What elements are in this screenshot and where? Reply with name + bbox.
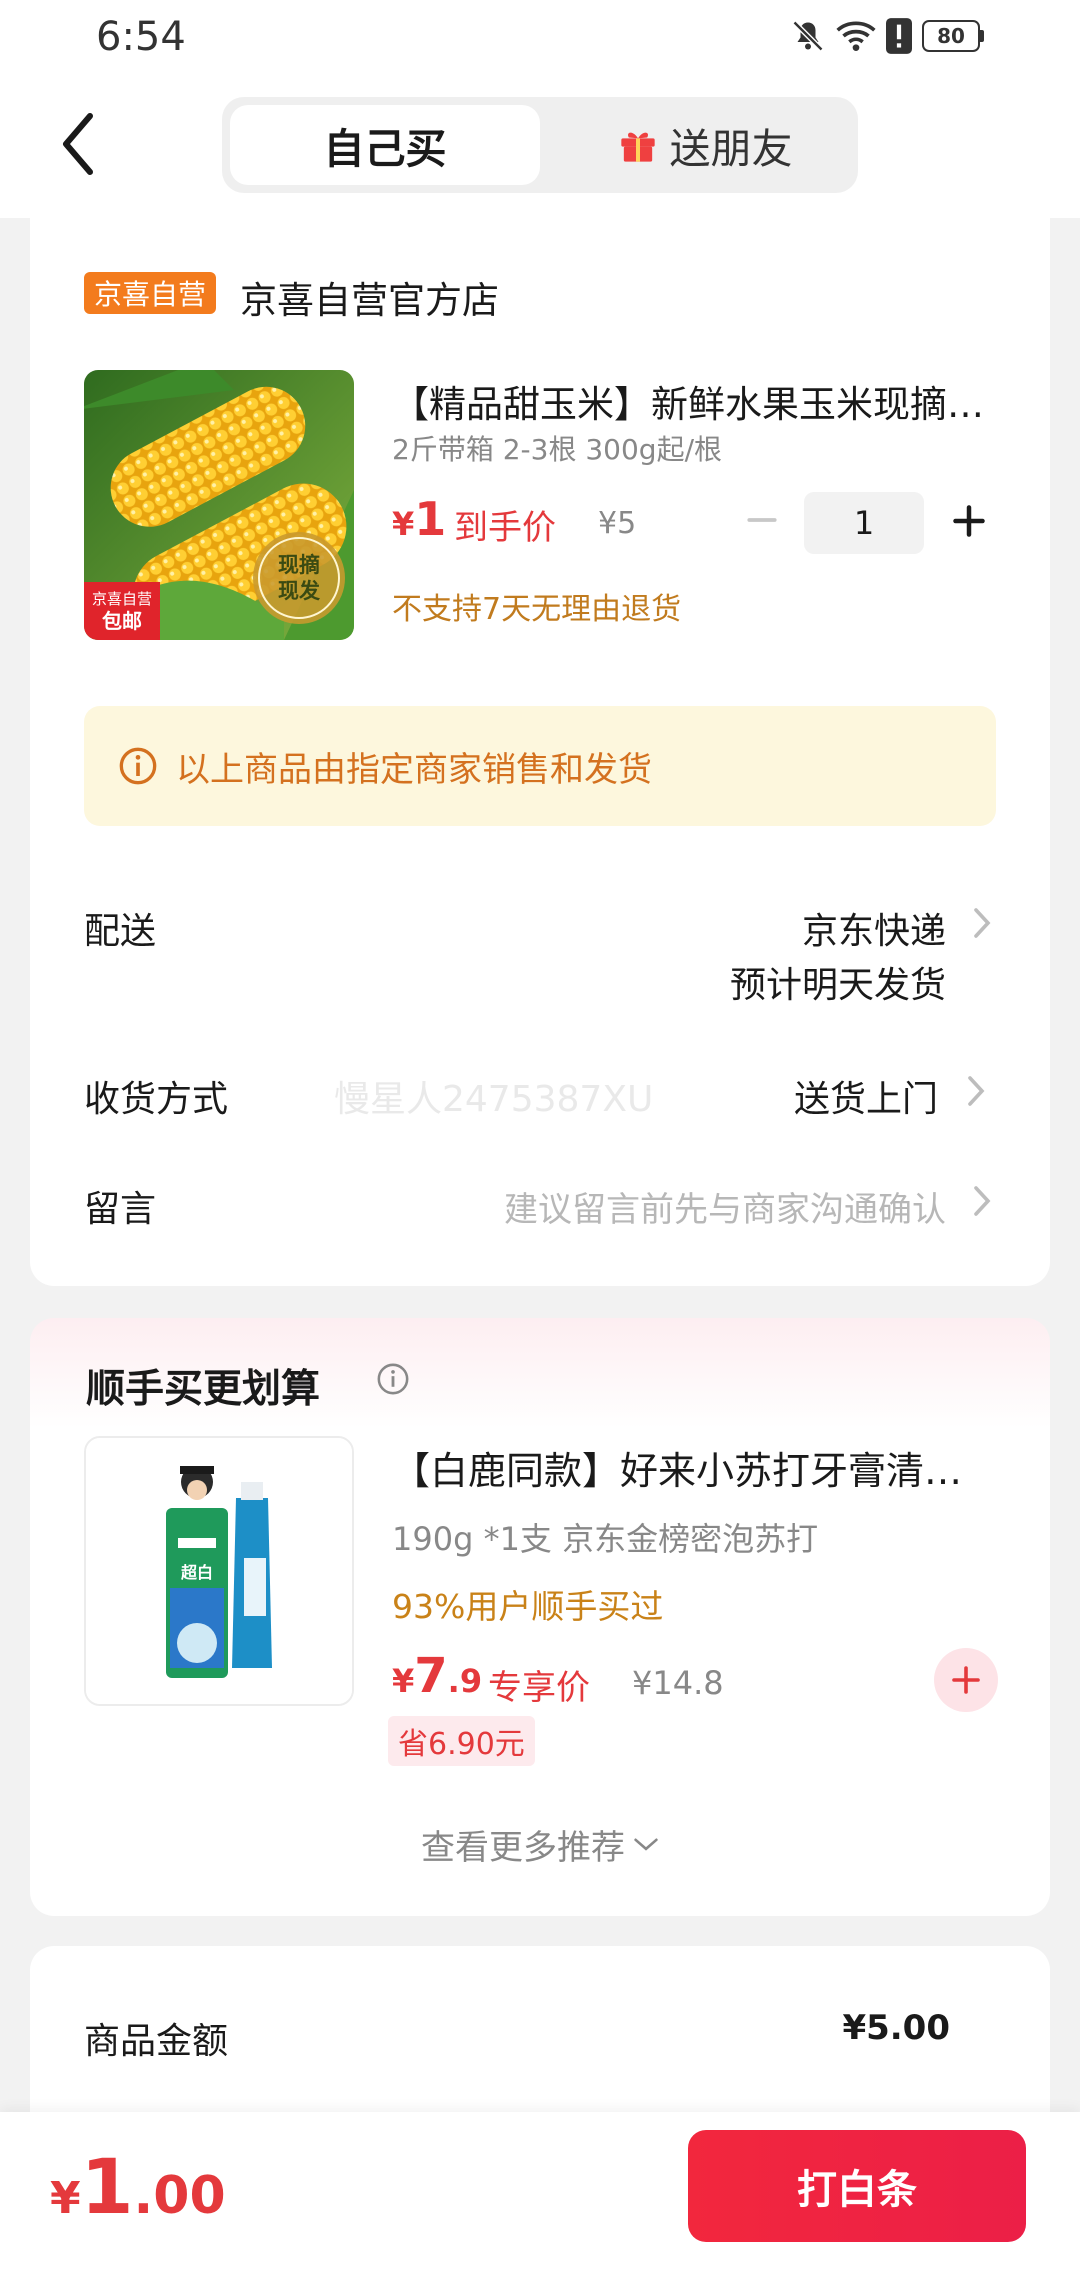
view-more-button[interactable]: 查看更多推荐 <box>0 1820 1080 1869</box>
tab-gift-to-friend-label: 送朋友 <box>669 125 793 173</box>
goods-amount-label: 商品金额 <box>84 2021 229 2062</box>
info-icon <box>119 747 157 785</box>
view-more-label: 查看更多推荐 <box>421 1828 625 1868</box>
chevron-right-icon <box>974 908 991 938</box>
receive-method-label: 收货方式 <box>84 1079 229 1120</box>
total-symbol: ¥ <box>50 2173 81 2224</box>
delivery-method[interactable]: 京东快递 <box>802 902 946 954</box>
total-integer: 1 <box>80 2142 134 2231</box>
toothpaste-illustration: 超白 <box>86 1438 352 1704</box>
product-title[interactable]: 【精品甜玉米】新鲜水果玉米现摘现发 <box>392 374 992 428</box>
chevron-right-icon <box>968 1076 985 1106</box>
recommend-product-image[interactable]: 超白 <box>84 1436 354 1706</box>
pay-button[interactable]: 打白条 <box>688 2130 1026 2242</box>
svg-text:现摘: 现摘 <box>278 553 320 577</box>
status-icons: 80 <box>790 16 984 56</box>
alert-icon <box>886 18 912 54</box>
price-symbol: ¥ <box>392 1662 415 1700</box>
gift-icon <box>620 132 655 162</box>
price-label: 到手价 <box>454 508 556 548</box>
chevron-down-icon <box>634 1838 658 1851</box>
bell-off-icon <box>792 20 824 52</box>
message-label: 留言 <box>84 1189 157 1230</box>
message-input[interactable]: 建议留言前先与商家沟通确认 <box>504 1182 946 1231</box>
recommend-product-spec: 190g *1支 京东金榜密泡苏打 <box>392 1520 819 1558</box>
recommend-original-price: ¥14.8 <box>632 1664 724 1702</box>
battery-icon: 80 <box>922 20 984 52</box>
recommend-bought-rate: 93%用户顺手买过 <box>392 1587 664 1626</box>
price-value: 1 <box>414 492 447 546</box>
recommend-info-button[interactable] <box>376 1362 410 1400</box>
user-watermark: 慢星人2475387XU <box>334 1079 654 1120</box>
product-price: ¥ 1 <box>392 492 446 546</box>
total-decimal: .00 <box>133 2166 226 2226</box>
price-symbol: ¥ <box>392 505 415 543</box>
svg-text:包邮: 包邮 <box>102 609 142 633</box>
delivery-label: 配送 <box>84 911 157 952</box>
tab-buy-for-self[interactable]: 自己买 <box>230 105 540 185</box>
recommend-price: ¥ 7 .9 <box>392 1648 482 1704</box>
total-price: ¥ 1 .00 <box>50 2142 226 2231</box>
seller-notice-text: 以上商品由指定商家销售和发货 <box>176 749 652 790</box>
product-spec[interactable]: 2斤带箱 2-3根 300g起/根 <box>392 428 722 468</box>
svg-text:京喜自营: 京喜自营 <box>92 590 152 608</box>
original-price: ¥5 <box>598 506 637 541</box>
tab-buy-for-self-label: 自己买 <box>323 125 447 173</box>
chevron-right-icon <box>974 1186 991 1216</box>
recommend-save-badge: 省6.90元 <box>388 1716 535 1766</box>
wifi-icon <box>836 21 876 51</box>
message-chevron[interactable] <box>972 1184 992 1222</box>
corn-illustration: 现摘 现发 京喜自营 包邮 <box>84 370 354 640</box>
recommend-title: 顺手买更划算 <box>86 1367 321 1412</box>
price-integer: 7 <box>414 1648 448 1704</box>
svg-text:超白: 超白 <box>180 1563 213 1582</box>
seller-notice: 以上商品由指定商家销售和发货 <box>84 706 996 826</box>
product-image[interactable]: 现摘 现发 京喜自营 包邮 <box>84 370 354 640</box>
svg-text:现发: 现发 <box>278 579 321 603</box>
goods-amount-value: ¥5.00 <box>842 2008 950 2048</box>
chevron-left-icon <box>63 113 93 175</box>
recommend-product-title[interactable]: 【白鹿同款】好来小苏打牙膏清新口气 <box>392 1440 992 1495</box>
quantity-decrease-button[interactable] <box>742 500 782 540</box>
plus-icon <box>952 1666 980 1694</box>
price-decimal: .9 <box>447 1662 483 1700</box>
quantity-input[interactable]: 1 <box>804 492 924 554</box>
minus-icon <box>747 518 777 522</box>
battery-level: 80 <box>922 20 980 52</box>
delivery-estimate[interactable]: 预计明天发货 <box>730 956 946 1008</box>
no-return-notice: 不支持7天无理由退货 <box>392 592 682 627</box>
tab-gift-to-friend[interactable]: 送朋友 <box>560 105 850 185</box>
plus-icon <box>953 505 985 537</box>
info-icon <box>377 1363 409 1395</box>
store-name[interactable]: 京喜自营官方店 <box>240 270 499 324</box>
status-time: 6:54 <box>96 14 186 60</box>
receive-chevron[interactable] <box>966 1074 986 1112</box>
add-recommend-button[interactable] <box>934 1648 998 1712</box>
recommend-price-label: 专享价 <box>488 1668 590 1708</box>
receive-method-value[interactable]: 送货上门 <box>794 1070 938 1122</box>
back-button[interactable] <box>58 112 98 176</box>
store-badge: 京喜自营 <box>84 272 217 314</box>
quantity-increase-button[interactable] <box>948 500 990 542</box>
delivery-chevron[interactable] <box>972 906 992 944</box>
